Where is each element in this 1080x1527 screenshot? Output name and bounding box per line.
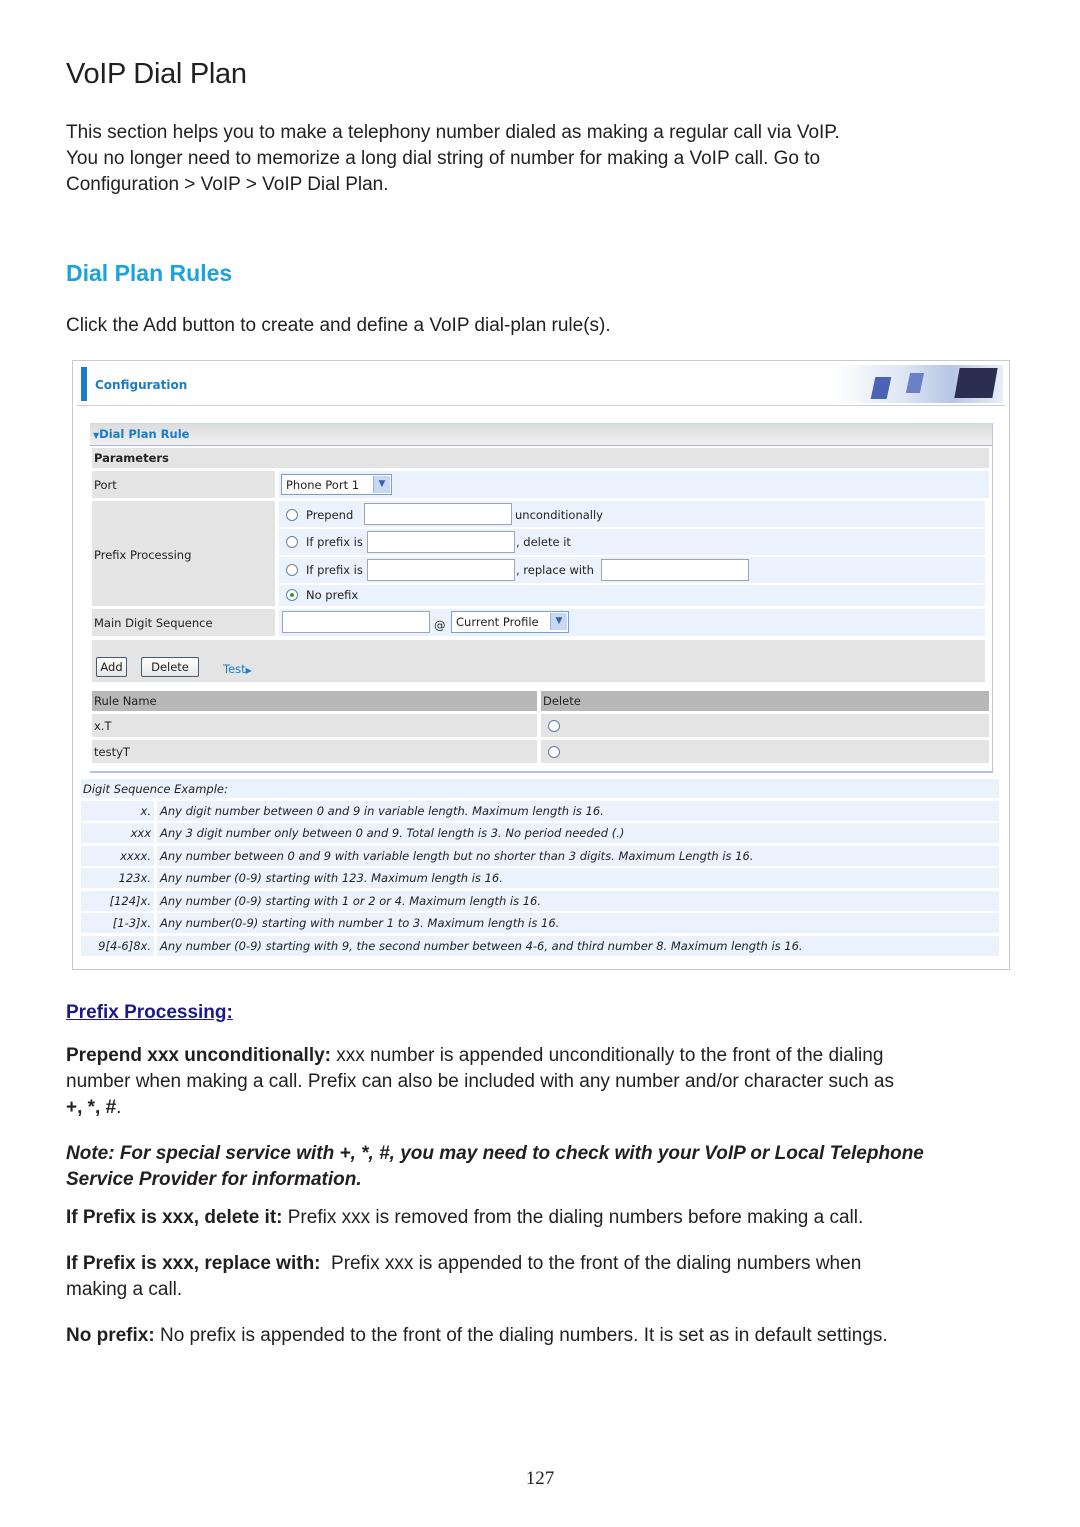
replace-prefix-radio[interactable] [286,564,298,576]
main-digit-sequence-cell: @ Current Profile ▼ [279,609,985,636]
example-row: 123x. Any number (0-9) starting with 123.… [81,868,999,888]
port-select[interactable]: Phone Port 1 ▼ [281,474,392,495]
example-row: [124]x. Any number (0-9) starting with 1 … [81,891,999,911]
prefix-option-delete: If prefix is , delete it [279,529,985,555]
router-config-screenshot: Configuration ▼Dial Plan Rule Parameters… [72,360,1010,970]
test-link[interactable]: Test▶ [223,662,252,676]
add-button[interactable]: Add [96,657,127,677]
prefix-processing-label-cell: Prefix Processing [92,501,275,606]
replace-explanation: If Prefix is xxx, replace with: Prefix x… [66,1253,862,1300]
replace-with-input[interactable] [601,559,749,581]
delete-rule-radio[interactable] [548,746,560,758]
example-row: [1-3]x. Any number(0-9) starting with num… [81,913,999,933]
delete-prefix-input[interactable] [367,531,515,553]
example-row: 9[4-6]8x. Any number (0-9) starting with … [81,936,999,956]
delete-prefix-radio[interactable] [286,536,298,548]
dial-plan-rule-panel: ▼Dial Plan Rule Parameters Port Phone Po… [90,423,993,773]
chevron-down-icon: ▼ [550,613,567,630]
config-header-title: Configuration [95,378,188,392]
prefix-option-replace: If prefix is , replace with [279,557,985,583]
delete-rule-radio[interactable] [548,720,560,732]
page-title: VoIP Dial Plan [66,58,247,90]
example-row: x. Any digit number between 0 and 9 in va… [81,801,999,821]
section-title: Dial Plan Rules [66,260,233,286]
panel-title: Dial Plan Rule [99,427,190,441]
table-row: x.T [92,714,989,737]
section-intro: Click the Add button to create and defin… [66,315,611,336]
prepend-explanation: Prepend xxx unconditionally: xxx number … [66,1045,894,1118]
rule-name: testyT [94,745,130,759]
prefix-option-prepend: Prepend unconditionally [279,501,985,527]
main-digit-sequence-label-cell: Main Digit Sequence [92,609,275,636]
main-digit-sequence-input[interactable] [282,611,430,633]
examples-header: Digit Sequence Example: [81,779,999,798]
port-label-cell: Port [92,471,275,498]
note: Note: For special service with +, *, #, … [66,1143,924,1190]
delete-button[interactable]: Delete [141,657,199,677]
arrow-right-icon: ▶ [245,666,252,675]
parameters-header: Parameters [92,448,989,468]
delete-header: Delete [543,694,581,708]
chevron-down-icon: ▼ [373,476,390,493]
config-accent-bar [81,367,87,401]
prefix-option-none: No prefix [279,585,985,606]
example-row: xxx Any 3 digit number only between 0 and… [81,823,999,843]
button-row: Add Delete Test▶ [92,640,985,682]
panel-header[interactable]: ▼Dial Plan Rule [90,423,992,446]
rule-name-header: Rule Name [94,694,157,708]
no-prefix-explanation: No prefix: No prefix is appended to the … [66,1325,888,1346]
rule-name: x.T [94,719,112,733]
rules-table-header: Rule Name Delete [92,691,989,711]
office-banner-image [833,365,1003,403]
prepend-radio[interactable] [286,509,298,521]
port-value-cell: Phone Port 1 ▼ [279,471,989,498]
replace-prefix-input[interactable] [367,559,515,581]
prefix-processing-heading: Prefix Processing: [66,1002,233,1023]
profile-select[interactable]: Current Profile ▼ [451,611,569,633]
no-prefix-radio[interactable] [286,589,298,601]
intro-line-2: You no longer need to memorize a long di… [66,148,821,169]
table-row: testyT [92,740,989,763]
header-divider [77,405,1005,406]
prepend-input[interactable] [364,503,512,525]
example-row: xxxx. Any number between 0 and 9 with var… [81,846,999,866]
intro-line-3: Configuration > VoIP > VoIP Dial Plan. [66,174,389,195]
intro-line-1: This section helps you to make a telepho… [66,122,840,143]
delete-explanation: If Prefix is xxx, delete it: Prefix xxx … [66,1207,864,1228]
page-number: 127 [525,1468,555,1489]
